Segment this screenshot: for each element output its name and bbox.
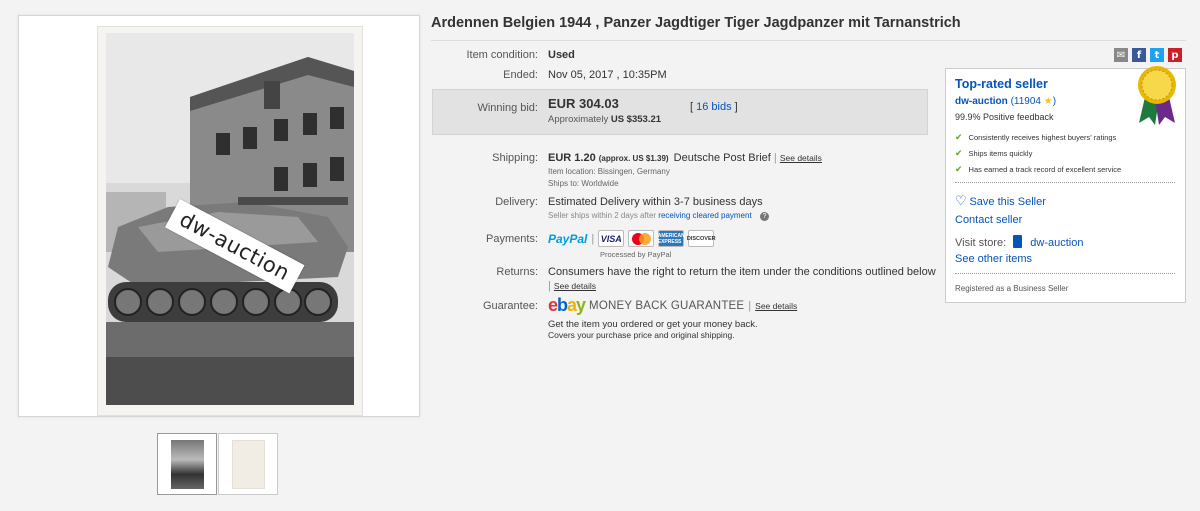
shipping-line: EUR 1.20 (approx. US $1.39) Deutsche Pos… [548,152,822,164]
thumbnail-2[interactable] [218,433,278,495]
ended-value: Nov 05, 2017 , 10:35PM [548,69,667,81]
top-rated-badge: Top-rated seller [955,77,1048,91]
guarantee-line: ebay MONEY BACK GUARANTEE | See details [548,295,798,315]
seller-name-row: dw-auction (11904 ★) [955,96,1056,107]
registered-business: Registered as a Business Seller [955,284,1069,293]
save-seller-row[interactable]: ♡ Save this Seller [955,193,1046,209]
seller-score-close: ) [1052,96,1057,107]
payment-methods: PayPal | VISA AMERICAN EXPRESS DISCOVER [548,230,716,247]
bids-close: ] [734,101,738,113]
visit-store-label: Visit store: [955,237,1007,249]
star-icon: ★ [1043,96,1053,107]
contact-seller-link[interactable]: Contact seller [955,214,1022,226]
check-icon: ✔ [955,164,963,174]
check-text-3: Has earned a track record of excellent s… [968,165,1122,174]
approx-value: US $353.21 [610,114,662,125]
paypal-logo-pal: Pal [569,231,588,246]
condition-label: Item condition: [466,49,538,61]
returns-value: Consumers have the right to return the i… [548,266,936,278]
seller-divider-2 [955,273,1175,274]
delivery-label: Delivery: [495,196,538,208]
store-icon [1013,235,1023,248]
shipping-value: EUR 1.20 [548,152,596,164]
guarantee-see-details[interactable]: See details [755,301,797,311]
email-icon[interactable]: ✉ [1114,48,1128,62]
guarantee-label: Guarantee: [482,300,538,312]
twitter-icon[interactable]: t [1150,48,1164,62]
cleared-payment-link[interactable]: receiving cleared payment [658,211,751,220]
seller-divider-1 [955,182,1175,183]
save-seller-link[interactable]: Save this Seller [969,196,1045,208]
processed-by: Processed by PayPal [600,250,672,259]
see-other-row[interactable]: See other items [955,253,1032,265]
check-text-1: Consistently receives highest buyers' ra… [968,133,1117,142]
shipping-service: Deutsche Post Brief [673,152,771,164]
share-icons: ✉ f t p [1114,48,1182,62]
approx-line: Approximately US $353.21 [548,114,661,125]
store-name-link[interactable]: dw-auction [1030,237,1083,249]
check-row-2: ✔ Ships items quickly [955,148,1032,159]
check-row-3: ✔ Has earned a track record of excellent … [955,164,1121,175]
facebook-icon[interactable]: f [1132,48,1146,62]
guarantee-line-2: Covers your purchase price and original … [548,330,735,340]
help-icon[interactable]: ? [759,212,769,221]
paypal-logo-pay: Pay [548,231,570,246]
title-divider [431,40,1186,41]
payments-label: Payments: [486,233,538,245]
shipping-label: Shipping: [492,152,538,164]
mastercard-icon [628,230,655,247]
winning-bid-label: Winning bid: [477,102,538,114]
visit-store-row: Visit store: dw-auction [955,235,1083,249]
condition-value: Used [548,49,575,61]
approx-prefix: Approximately [548,114,609,125]
visa-icon: VISA [598,230,625,247]
delivery-note-prefix: Seller ships within 2 days after [548,211,657,220]
top-rated-ribbon-icon [1138,66,1176,125]
bids-open: [ [690,101,694,113]
returns-see-details[interactable]: See details [554,281,596,291]
thumbnail-1[interactable] [157,433,217,495]
shipping-see-details[interactable]: See details [780,153,822,163]
thumbnail-strip [157,433,279,495]
tank-photo: dw-auction [97,26,363,416]
guarantee-line-1: Get the item you ordered or get your mon… [548,319,758,330]
delivery-value: Estimated Delivery within 3-7 business d… [548,196,763,208]
seller-name-link[interactable]: dw-auction [955,96,1008,107]
returns-details: | See details [548,280,596,292]
positive-feedback: 99.9% Positive feedback [955,112,1054,122]
delivery-note: Seller ships within 2 days after receivi… [548,211,769,221]
ended-label: Ended: [503,69,538,81]
returns-label: Returns: [496,266,538,278]
check-text-2: Ships items quickly [968,149,1033,158]
paypal-logo: PayPal [548,232,587,246]
bids-count: [ 16 bids ] [690,101,738,113]
ships-to: Ships to: Worldwide [548,179,619,188]
check-icon: ✔ [955,132,963,142]
bids-link[interactable]: 16 bids [696,101,731,113]
seller-score[interactable]: (11904 [1011,96,1041,107]
pinterest-icon[interactable]: p [1168,48,1182,62]
check-row-1: ✔ Consistently receives highest buyers' r… [955,132,1116,143]
discover-icon: DISCOVER [687,230,716,247]
ebay-logo: ebay [548,295,586,315]
seller-info-box: Top-rated seller dw-auction (11904 ★) 99… [945,66,1186,303]
amex-icon: AMERICAN EXPRESS [658,230,685,247]
shipping-approx: (approx. US $1.39) [598,154,669,163]
check-icon: ✔ [955,148,963,158]
winning-bid-value: EUR 304.03 [548,96,619,111]
heart-icon[interactable]: ♡ [955,193,967,208]
item-title: Ardennen Belgien 1944 , Panzer Jagdtiger… [431,15,961,31]
item-location: Item location: Bissingen, Germany [548,167,670,176]
main-product-image[interactable]: dw-auction [18,15,420,417]
see-other-items-link[interactable]: See other items [955,253,1032,265]
money-back-guarantee: MONEY BACK GUARANTEE [589,299,745,312]
contact-seller-row[interactable]: Contact seller [955,214,1022,226]
